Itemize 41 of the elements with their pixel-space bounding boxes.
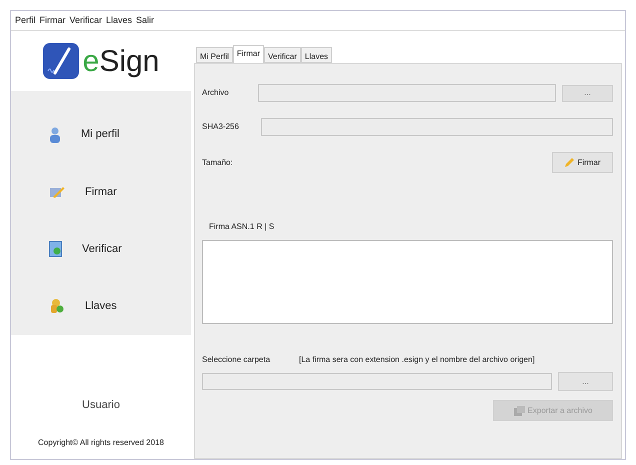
menu-item[interactable]: Verificar xyxy=(70,14,102,28)
folder-browse-button[interactable]: ... xyxy=(558,372,613,391)
menu-item[interactable]: Firmar xyxy=(40,14,66,28)
menu-item[interactable]: Llaves xyxy=(106,14,132,28)
sidebar-label: Mi perfil xyxy=(81,127,120,142)
tab[interactable]: Mi Perfil xyxy=(196,47,233,63)
folder-path-field[interactable] xyxy=(202,373,552,390)
signature-textarea[interactable] xyxy=(202,240,613,324)
folder-label: Seleccione carpeta xyxy=(202,354,272,366)
sign-button[interactable]: Firmar xyxy=(552,152,613,173)
user-icon xyxy=(49,126,61,143)
copyright-text: Copyright© All rights reserved 2018 xyxy=(38,437,164,449)
logo-icon xyxy=(42,43,79,79)
menu-item[interactable]: Perfil xyxy=(15,14,36,28)
tab[interactable]: Firmar xyxy=(232,45,264,63)
sidebar-item[interactable]: Llaves xyxy=(11,278,191,335)
tab[interactable]: Verificar xyxy=(264,47,301,63)
keys-icon xyxy=(49,298,65,314)
pen-note-icon xyxy=(49,184,65,199)
signature-label: Firma ASN.1 R | S xyxy=(209,221,276,233)
folder-note: [La firma sera con extension .esign y el nombre del archivo origen] xyxy=(299,354,535,366)
pencil-icon xyxy=(564,157,576,168)
sidebar-item[interactable]: Firmar xyxy=(11,163,191,220)
sha-label: SHA3-256 xyxy=(202,121,240,133)
export-button: Exportar a archivo xyxy=(493,400,613,421)
tab[interactable]: Llaves xyxy=(300,47,332,63)
size-label: Tamaño: xyxy=(202,156,233,168)
browse-button[interactable]: ... xyxy=(562,84,613,102)
menu-item[interactable]: Salir xyxy=(136,14,154,28)
archivo-label: Archivo xyxy=(202,87,230,99)
logo-text: eSign xyxy=(82,44,160,80)
export-icon xyxy=(514,406,525,416)
sidebar-item[interactable]: Verificar xyxy=(11,220,191,278)
sidebar-label: Firmar xyxy=(85,184,117,200)
user-name: Usuario xyxy=(82,398,120,412)
sidebar-item[interactable]: Mi perfil xyxy=(11,106,191,164)
file-path-field[interactable] xyxy=(258,84,556,102)
hash-field[interactable] xyxy=(261,118,613,136)
document-check-icon xyxy=(49,241,62,258)
sidebar-label: Llaves xyxy=(85,299,117,314)
sidebar-label: Verificar xyxy=(82,242,122,257)
